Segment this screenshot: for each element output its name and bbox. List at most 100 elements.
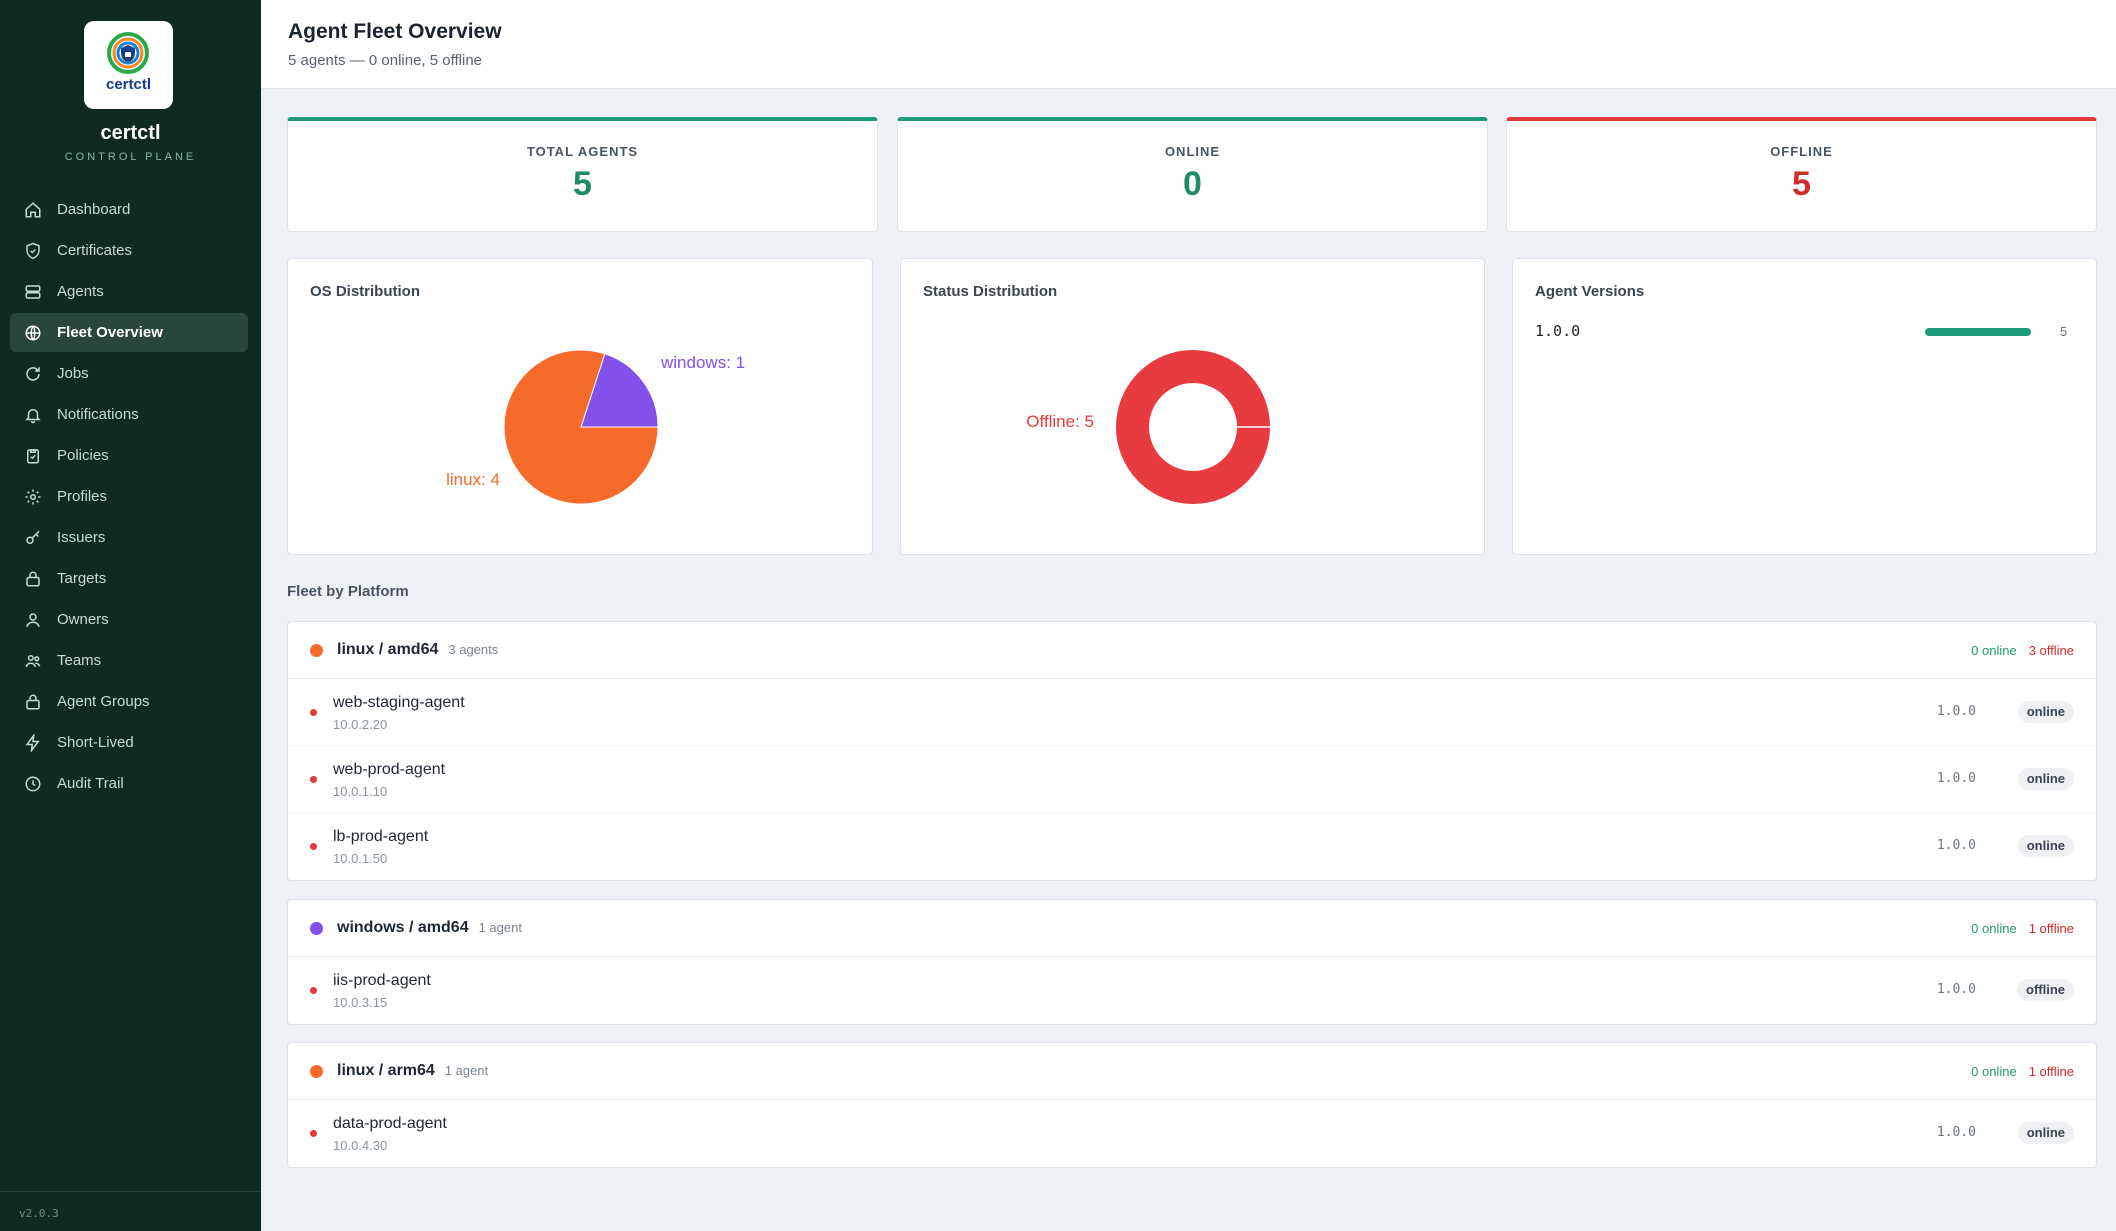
os-color-dot bbox=[310, 644, 323, 657]
agent-row[interactable]: lb-prod-agent 10.0.1.50 1.0.0 online bbox=[288, 813, 2096, 880]
sidebar-item-label: Policies bbox=[57, 447, 109, 464]
card-title: Agent Versions bbox=[1535, 283, 1645, 300]
version-row: 1.0.0 5 bbox=[1535, 322, 2095, 342]
stat-card-offline: OFFLINE 5 bbox=[1506, 117, 2097, 232]
sidebar-divider bbox=[0, 1191, 261, 1192]
platform-name: windows / amd64 1 agent bbox=[337, 919, 522, 936]
shield-icon bbox=[26, 242, 40, 259]
agent-version: 1.0.0 bbox=[1936, 704, 1976, 719]
agent-status-badge: online bbox=[2017, 701, 2074, 723]
agent-row[interactable]: web-staging-agent 10.0.2.20 1.0.0 online bbox=[288, 679, 2096, 746]
agent-status-dot bbox=[310, 776, 317, 783]
sidebar: certctl certctl CONTROL PLANE Dashboard … bbox=[0, 0, 261, 1231]
platform-group-windows-amd64: windows / amd64 1 agent 0 online 1 offline… bbox=[287, 899, 2097, 1025]
agent-status-dot bbox=[310, 987, 317, 994]
sidebar-item-label: Profiles bbox=[57, 488, 108, 505]
platform-agent-count: 3 agents bbox=[448, 642, 499, 657]
agent-name: lb-prod-agent bbox=[333, 828, 429, 845]
sidebar-item-short-lived[interactable]: Short-Lived bbox=[10, 723, 248, 762]
platform-name: linux / amd64 3 agents bbox=[337, 641, 499, 658]
platform-agent-count: 1 agent bbox=[478, 920, 522, 935]
agent-row[interactable]: web-prod-agent 10.0.1.10 1.0.0 online bbox=[288, 746, 2096, 813]
brand-subtitle: CONTROL PLANE bbox=[64, 151, 197, 163]
os-distribution-chart: linux: 4 windows: 1 bbox=[446, 349, 745, 505]
sidebar-item-label: Jobs bbox=[57, 365, 89, 382]
stat-value: 0 bbox=[1183, 165, 1202, 203]
os-color-dot bbox=[310, 922, 323, 935]
sidebar-item-issuers[interactable]: Issuers bbox=[10, 518, 248, 557]
agent-ip: 10.0.2.20 bbox=[333, 717, 388, 732]
agent-version: 1.0.0 bbox=[1936, 1125, 1976, 1140]
bolt-icon bbox=[25, 733, 40, 752]
platform-status-summary: 0 online 3 offline bbox=[1971, 643, 2074, 658]
os-distribution-card: OS Distribution linux: 4 windows: 1 bbox=[287, 258, 873, 555]
fleet-section-title: Fleet by Platform bbox=[287, 583, 409, 600]
version-count: 5 bbox=[2060, 324, 2068, 339]
logo-shield-icon bbox=[107, 32, 149, 74]
sidebar-item-label: Audit Trail bbox=[57, 775, 124, 792]
status-distribution-card: Status Distribution Offline: 5 bbox=[900, 258, 1485, 555]
sidebar-item-label: Certificates bbox=[57, 242, 133, 259]
sidebar-item-audit-trail[interactable]: Audit Trail bbox=[10, 764, 248, 803]
agent-row[interactable]: data-prod-agent 10.0.4.30 1.0.0 online bbox=[288, 1100, 2096, 1167]
agent-version: 1.0.0 bbox=[1936, 838, 1976, 853]
page-title: Agent Fleet Overview bbox=[288, 20, 502, 43]
sidebar-item-label: Dashboard bbox=[57, 201, 131, 218]
sidebar-item-certificates[interactable]: Certificates bbox=[10, 231, 248, 270]
sidebar-item-owners[interactable]: Owners bbox=[10, 600, 248, 639]
version-bar bbox=[1925, 328, 2031, 336]
logo-wordmark: certctl bbox=[105, 76, 152, 93]
status-distribution-chart: Offline: 5 bbox=[1026, 350, 1270, 504]
sidebar-item-agent-groups[interactable]: Agent Groups bbox=[10, 682, 248, 721]
globe-icon bbox=[25, 325, 41, 340]
agent-ip: 10.0.3.15 bbox=[333, 995, 388, 1010]
sidebar-item-label: Short-Lived bbox=[57, 734, 134, 751]
stat-label: OFFLINE bbox=[1770, 144, 1833, 159]
sidebar-item-policies[interactable]: Policies bbox=[10, 436, 248, 475]
agent-name: data-prod-agent bbox=[333, 1115, 447, 1132]
agent-ip: 10.0.1.10 bbox=[333, 784, 388, 799]
agent-version: 1.0.0 bbox=[1936, 771, 1976, 786]
users-icon bbox=[25, 654, 41, 667]
stat-label: ONLINE bbox=[1164, 144, 1221, 159]
platform-name: linux / arm64 1 agent bbox=[337, 1062, 489, 1079]
platform-group-header[interactable]: linux / arm64 1 agent 0 online 1 offline bbox=[288, 1043, 2096, 1100]
logo[interactable]: certctl bbox=[84, 21, 173, 109]
clipboard-icon bbox=[27, 448, 39, 463]
sidebar-item-label: Issuers bbox=[57, 529, 106, 546]
donut-label-offline: Offline: 5 bbox=[1026, 412, 1094, 431]
home-icon bbox=[25, 201, 41, 217]
sidebar-item-jobs[interactable]: Jobs bbox=[10, 354, 248, 393]
lock-icon bbox=[26, 694, 40, 709]
sidebar-item-fleet-overview[interactable]: Fleet Overview bbox=[10, 313, 248, 352]
page-subtitle: 5 agents — 0 online, 5 offline bbox=[288, 52, 483, 69]
server-icon bbox=[25, 284, 41, 299]
sidebar-item-teams[interactable]: Teams bbox=[10, 641, 248, 680]
sidebar-item-targets[interactable]: Targets bbox=[10, 559, 248, 598]
sidebar-item-label: Agent Groups bbox=[57, 693, 150, 710]
agent-ip: 10.0.4.30 bbox=[333, 1138, 388, 1153]
page-header: Agent Fleet Overview 5 agents — 0 online… bbox=[261, 0, 2116, 89]
agent-status-dot bbox=[310, 709, 317, 716]
slice-offline[interactable] bbox=[1116, 350, 1270, 504]
version-bar-track bbox=[1925, 328, 2031, 336]
agent-row[interactable]: iis-prod-agent 10.0.3.15 1.0.0 offline bbox=[288, 957, 2096, 1024]
agent-version: 1.0.0 bbox=[1936, 982, 1976, 997]
platform-group-header[interactable]: linux / amd64 3 agents 0 online 3 offline bbox=[288, 622, 2096, 679]
agent-versions-card: Agent Versions 1.0.0 5 bbox=[1512, 258, 2097, 555]
sidebar-item-notifications[interactable]: Notifications bbox=[10, 395, 248, 434]
sidebar-item-profiles[interactable]: Profiles bbox=[10, 477, 248, 516]
sidebar-item-dashboard[interactable]: Dashboard bbox=[10, 190, 248, 229]
sidebar-item-label: Notifications bbox=[57, 406, 139, 423]
agent-ip: 10.0.1.50 bbox=[333, 851, 388, 866]
agent-status-badge: online bbox=[2017, 768, 2074, 790]
clock-icon bbox=[25, 776, 41, 791]
sidebar-item-label: Owners bbox=[57, 611, 109, 628]
sidebar-item-label: Teams bbox=[57, 652, 102, 669]
platform-group-header[interactable]: windows / amd64 1 agent 0 online 1 offline bbox=[288, 900, 2096, 957]
user-icon bbox=[26, 612, 40, 627]
sidebar-item-label: Agents bbox=[57, 283, 104, 300]
sidebar-item-agents[interactable]: Agents bbox=[10, 272, 248, 311]
stat-value: 5 bbox=[1792, 165, 1811, 203]
version-name: 1.0.0 bbox=[1535, 322, 1581, 340]
